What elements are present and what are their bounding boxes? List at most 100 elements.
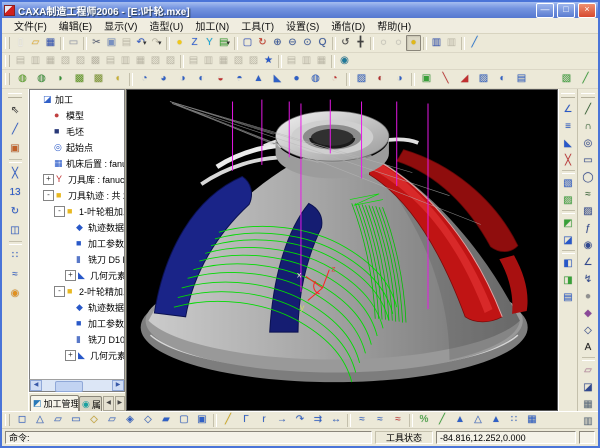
corner-machining-button[interactable]: ◓ [230, 71, 249, 88]
polygon-tool-button[interactable]: ◇ [579, 322, 598, 339]
tab-machining-manager[interactable]: ◩ 加工管理 [30, 395, 79, 411]
machining-op-button-6[interactable]: ◖ [108, 71, 127, 88]
sketch-state-button[interactable]: ★ [261, 53, 276, 69]
tree-item-machine-post[interactable]: ▦机床后置 : fanuc [30, 155, 124, 171]
machining-op-button-1[interactable]: ◍ [13, 71, 32, 88]
sketch-button[interactable]: ╱ [5, 120, 25, 139]
cone-surface-button[interactable]: △ [31, 412, 49, 428]
smooth-curve-button-3[interactable]: ≈ [389, 412, 407, 428]
new-file-button[interactable]: ▯ [13, 35, 28, 51]
tree-root-machining[interactable]: ◪加工 [30, 91, 124, 107]
layer-button[interactable]: ▤▾ [217, 35, 232, 51]
fillet-curve-button[interactable]: Γ [237, 412, 255, 428]
polyline-tool-button[interactable]: ∠ [579, 254, 598, 271]
surface-extend-button[interactable]: ▨ [559, 192, 577, 209]
machining-op-button-4[interactable]: ▩ [70, 71, 89, 88]
trajectory-edit-button-2[interactable]: ╲ [436, 71, 455, 88]
toolbar-grip[interactable] [5, 55, 10, 67]
command-prompt-field[interactable]: 命令: [5, 431, 372, 444]
point-machining-button[interactable]: ● [287, 71, 306, 88]
menu-model[interactable]: 造型(U) [143, 18, 189, 33]
tree-item-op1-parameters[interactable]: ■加工参数 [30, 235, 124, 251]
eraser-tool-button[interactable]: ▱ [579, 362, 598, 379]
revolve-surface-button[interactable]: ▭ [67, 412, 85, 428]
select-cursor-button[interactable]: ⇖ [5, 101, 25, 120]
region-tool-button[interactable]: ◆ [579, 305, 598, 322]
trajectory-manage-button[interactable]: ▦ [523, 412, 541, 428]
zoom-out-button[interactable]: ⊖ [285, 35, 300, 51]
toolbar-grip[interactable] [5, 73, 10, 85]
machining-op-button-3[interactable]: ◗ [51, 71, 70, 88]
scroll-right-button[interactable]: ▶ [112, 380, 124, 391]
post-process-button[interactable]: ▲ [451, 412, 469, 428]
ole-tool-button[interactable]: ▥ [579, 413, 598, 430]
trajectory-edit-button-3[interactable]: ◢ [455, 71, 474, 88]
text-tool-button[interactable]: A [579, 339, 598, 356]
layer-button-dropdown[interactable]: ▾ [226, 39, 230, 47]
open-file-button[interactable]: ▱ [28, 35, 43, 51]
menu-machining[interactable]: 加工(N) [189, 18, 235, 33]
menu-settings[interactable]: 设置(S) [280, 18, 325, 33]
tree-item-op2-path-data[interactable]: ◆轨迹数据 [30, 299, 124, 315]
delete-entity-button[interactable]: ╳ [5, 164, 25, 183]
offset-surface-button[interactable]: ◇ [139, 412, 157, 428]
plane-tool-button[interactable]: ▨ [579, 203, 598, 220]
border-surface-button[interactable]: ▢ [175, 412, 193, 428]
gcode-generate-button[interactable]: △ [469, 412, 487, 428]
tool-table-button[interactable]: ∷ [505, 412, 523, 428]
annotation-button[interactable]: ≡ [559, 118, 577, 135]
post-tool-button[interactable]: ▼ [595, 71, 600, 88]
title-bar[interactable]: CAXA制造工程师2006 - [E:\叶轮.mxe] — □ × [2, 2, 598, 18]
simulate-button[interactable]: ▲ [487, 412, 505, 428]
print-button[interactable]: ▭ [66, 35, 81, 51]
save-button[interactable]: ▦ [43, 35, 58, 51]
helix-tool-button[interactable]: ↯ [579, 271, 598, 288]
tab-scroll-left-button[interactable]: ◀ [103, 396, 113, 411]
spiral-machining-button[interactable]: ◍ [306, 71, 325, 88]
tree-item-toolpaths[interactable]: -■刀具轨迹 : 共 2 条 [30, 187, 124, 203]
tab-properties[interactable]: ◉ 属 [79, 396, 102, 411]
surface-stitch-button[interactable]: ◩ [559, 215, 577, 232]
tool-check-button[interactable]: % [415, 412, 433, 428]
contour-machining-button[interactable]: ◑ [173, 71, 192, 88]
sweep-surface-button[interactable]: ◇ [85, 412, 103, 428]
tree-item-tool-library[interactable]: +Y刀具库 : fanuc [30, 171, 124, 187]
surface-trim-button[interactable]: ▧ [559, 175, 577, 192]
undo-button-dropdown[interactable]: ▾ [143, 39, 147, 47]
menu-communication[interactable]: 通信(D) [325, 18, 371, 33]
rough-machining-button[interactable]: ◔ [135, 71, 154, 88]
ellipse-tool-button[interactable]: ◯ [579, 169, 598, 186]
restore-button[interactable]: □ [557, 3, 575, 18]
new-window-button[interactable]: ▢ [240, 35, 255, 51]
tree-item-op1-geometry[interactable]: +◣几何元素 [30, 267, 124, 283]
lofted-surface-button[interactable]: ▱ [103, 412, 121, 428]
menu-tools[interactable]: 工具(T) [235, 18, 280, 33]
translate-curve-button[interactable]: → [273, 412, 291, 428]
mirror-entity-button[interactable]: ◫ [5, 221, 25, 240]
scroll-left-button[interactable]: ◀ [30, 380, 42, 391]
curve-pen-button[interactable]: ╱ [219, 412, 237, 428]
redraw-button[interactable]: ↻ [255, 35, 270, 51]
pencil-machining-button[interactable]: ▲ [249, 71, 268, 88]
trajectory-edit-button-4[interactable]: ▨ [474, 71, 493, 88]
scrollbar-track[interactable] [42, 381, 112, 390]
chamfer-curve-button[interactable]: r [255, 412, 273, 428]
dimension-button[interactable]: ∠ [559, 101, 577, 118]
mesh-surface-button[interactable]: ◈ [121, 412, 139, 428]
machining-op-button-5[interactable]: ▩ [89, 71, 108, 88]
tree-horizontal-scrollbar[interactable]: ◀ ▶ [29, 379, 125, 392]
formula-curve-button[interactable]: ƒ [579, 220, 598, 237]
tab-scroll-right-button[interactable]: ▶ [115, 396, 125, 411]
options-button[interactable]: ◉ [5, 284, 25, 303]
zoom-in-button[interactable]: ⊕ [270, 35, 285, 51]
trajectory-edit-button-5[interactable]: ◐ [493, 71, 512, 88]
edit-tool-button-1[interactable]: ◧ [559, 255, 577, 272]
rotate-view-button[interactable]: ↺ [338, 35, 353, 51]
menu-display[interactable]: 显示(V) [98, 18, 143, 33]
tree-item-model[interactable]: ●模型 [30, 107, 124, 123]
groove-machining-button[interactable]: ◒ [211, 71, 230, 88]
arc-tool-button[interactable]: ∩ [579, 118, 598, 135]
sheet-button[interactable]: ▥ [429, 35, 444, 51]
tree-item-op1-rough[interactable]: -■1-叶轮粗加工 [30, 203, 124, 219]
render-mode-button[interactable]: ● [172, 35, 187, 51]
